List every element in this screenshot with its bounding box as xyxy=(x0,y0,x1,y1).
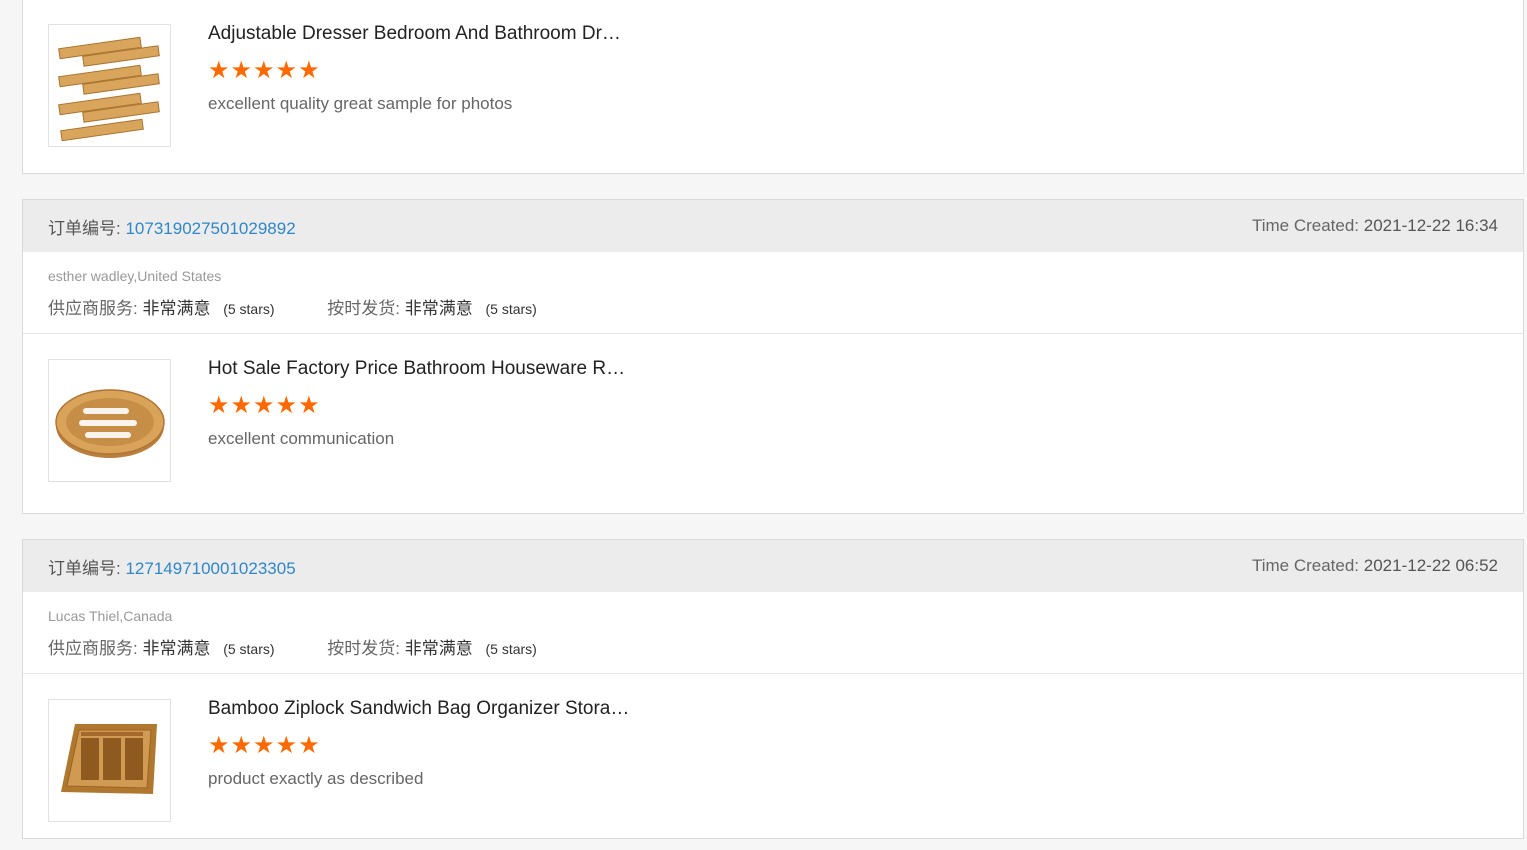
star-rating: ★★★★★ xyxy=(208,732,321,759)
time-created-group: Time Created: 2021-12-22 06:52 xyxy=(1252,556,1498,576)
bamboo-bag-organizer-image xyxy=(60,723,157,794)
supplier-service-label: 供应商服务: xyxy=(48,299,138,318)
time-created-value: 2021-12-22 06:52 xyxy=(1363,556,1498,575)
buyer-info: esther wadley,United States xyxy=(48,268,222,284)
order-number-link[interactable]: 127149710001023305 xyxy=(125,559,295,578)
review-card: 订单编号: 127149710001023305 Time Created: 2… xyxy=(22,539,1524,839)
time-created-group: Time Created: 2021-12-22 16:34 xyxy=(1252,216,1498,236)
review-card: Adjustable Dresser Bedroom And Bathroom … xyxy=(22,0,1524,174)
product-thumbnail[interactable] xyxy=(48,699,171,822)
order-number-group: 订单编号: 107319027501029892 xyxy=(48,214,296,239)
time-created-label: Time Created: xyxy=(1251,556,1360,575)
on-time-delivery-stars: (5 stars) xyxy=(485,301,537,317)
seller-ratings: 供应商服务: 非常满意 (5 stars) 按时发货: 非常满意 (5 star… xyxy=(23,624,1523,674)
order-number-label: 订单编号: xyxy=(48,218,121,238)
time-created-value: 2021-12-22 16:34 xyxy=(1363,216,1498,235)
on-time-delivery-stars: (5 stars) xyxy=(485,641,537,657)
bamboo-drawer-dividers-image xyxy=(57,36,160,141)
review-card: 订单编号: 107319027501029892 Time Created: 2… xyxy=(22,199,1524,514)
star-rating: ★★★★★ xyxy=(208,392,321,419)
review-comment: product exactly as described xyxy=(208,769,424,788)
order-number-group: 订单编号: 127149710001023305 xyxy=(48,554,296,579)
product-title[interactable]: Adjustable Dresser Bedroom And Bathroom … xyxy=(208,23,621,45)
supplier-service-value: 非常满意 xyxy=(142,299,211,318)
supplier-service-stars: (5 stars) xyxy=(223,641,275,657)
bamboo-soap-dish-image xyxy=(54,388,165,458)
product-title[interactable]: Bamboo Ziplock Sandwich Bag Organizer St… xyxy=(208,698,629,720)
supplier-service-stars: (5 stars) xyxy=(223,301,275,317)
supplier-service-rating: 供应商服务: 非常满意 (5 stars) xyxy=(48,634,275,659)
product-thumbnail[interactable] xyxy=(48,359,171,482)
on-time-delivery-value: 非常满意 xyxy=(404,299,473,318)
review-comment: excellent communication xyxy=(208,429,395,448)
order-number-label: 订单编号: xyxy=(48,558,121,578)
order-header: 订单编号: 127149710001023305 Time Created: 2… xyxy=(23,540,1523,592)
on-time-delivery-rating: 按时发货: 非常满意 (5 stars) xyxy=(327,294,537,319)
time-created-label: Time Created: xyxy=(1251,216,1360,235)
supplier-service-value: 非常满意 xyxy=(142,639,211,658)
on-time-delivery-value: 非常满意 xyxy=(404,639,473,658)
supplier-service-label: 供应商服务: xyxy=(48,639,138,658)
on-time-delivery-rating: 按时发货: 非常满意 (5 stars) xyxy=(327,634,537,659)
product-row: Bamboo Ziplock Sandwich Bag Organizer St… xyxy=(23,674,1523,850)
order-number-link[interactable]: 107319027501029892 xyxy=(125,219,295,238)
product-thumbnail[interactable] xyxy=(48,24,171,147)
order-header: 订单编号: 107319027501029892 Time Created: 2… xyxy=(23,200,1523,252)
buyer-info: Lucas Thiel,Canada xyxy=(48,608,173,624)
product-row: Adjustable Dresser Bedroom And Bathroom … xyxy=(23,0,1523,173)
on-time-delivery-label: 按时发货: xyxy=(327,299,401,318)
product-title[interactable]: Hot Sale Factory Price Bathroom Housewar… xyxy=(208,358,625,380)
on-time-delivery-label: 按时发货: xyxy=(327,639,401,658)
seller-ratings: 供应商服务: 非常满意 (5 stars) 按时发货: 非常满意 (5 star… xyxy=(23,284,1523,334)
star-rating: ★★★★★ xyxy=(208,57,321,84)
product-row: Hot Sale Factory Price Bathroom Housewar… xyxy=(23,334,1523,510)
review-comment: excellent quality great sample for photo… xyxy=(208,94,513,113)
supplier-service-rating: 供应商服务: 非常满意 (5 stars) xyxy=(48,294,275,319)
